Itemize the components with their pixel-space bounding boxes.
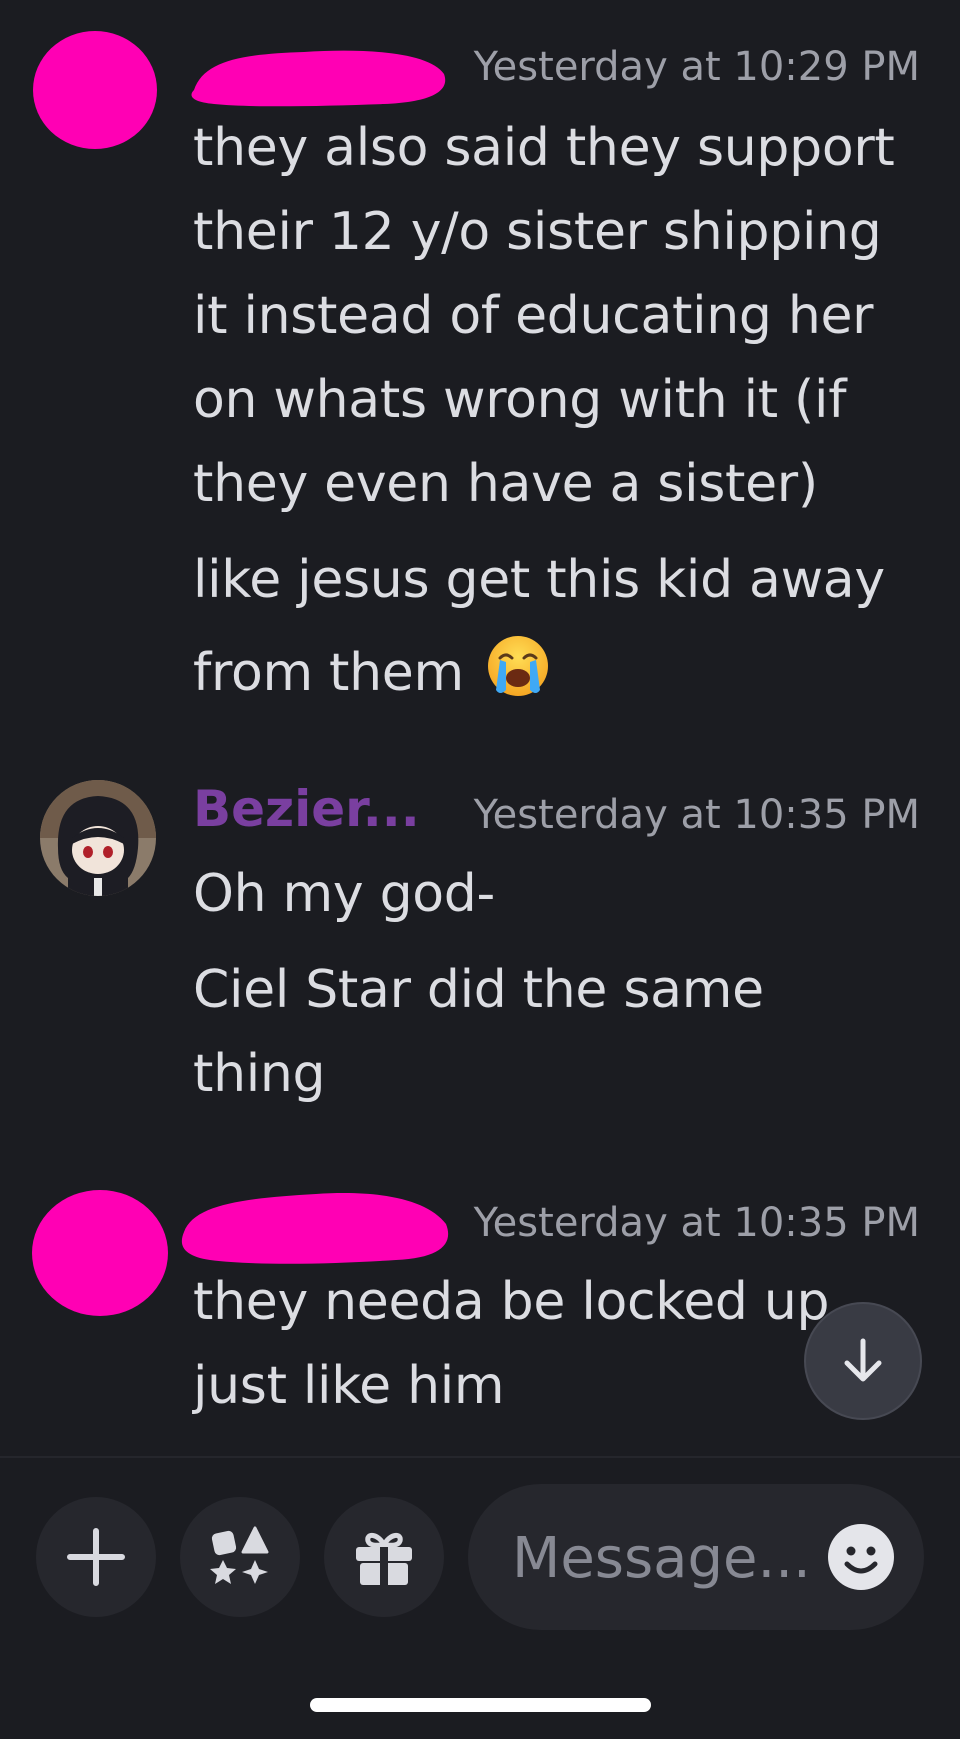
message-timestamp: Yesterday at 10:35 PM [473, 792, 920, 838]
arrow-down-icon [844, 1338, 882, 1382]
apps-button[interactable] [180, 1497, 300, 1617]
message-line: they needa be locked up [193, 1272, 830, 1332]
loudly-crying-face-icon [488, 636, 549, 696]
author-name-redacted[interactable] [176, 1182, 452, 1268]
plus-icon [67, 1528, 125, 1586]
message-text: from them [193, 643, 464, 703]
message-timestamp: Yesterday at 10:35 PM [473, 1200, 920, 1246]
message-line-with-emoji: from them [193, 634, 550, 703]
apps-icon [210, 1526, 269, 1584]
emoji-icon[interactable] [826, 1522, 896, 1592]
jump-to-latest-button[interactable] [804, 1302, 922, 1420]
composer-divider [0, 1456, 960, 1458]
avatar-redacted[interactable] [30, 1188, 172, 1318]
message-line: Ciel Star did the same [193, 960, 764, 1020]
avatar[interactable] [38, 778, 158, 898]
home-indicator[interactable] [310, 1698, 651, 1712]
message-input[interactable]: Message... [468, 1484, 924, 1630]
message-line: thing [193, 1044, 326, 1104]
message-line: just like him [193, 1356, 505, 1416]
author-name[interactable]: Bezier... [193, 780, 420, 838]
message-timestamp: Yesterday at 10:29 PM [473, 44, 920, 90]
add-attachment-button[interactable] [36, 1497, 156, 1617]
message-line: they also said they support [193, 118, 895, 178]
avatar-redacted[interactable] [32, 24, 158, 150]
message-input-placeholder: Message... [512, 1526, 811, 1591]
gift-icon [356, 1533, 412, 1585]
message-line: on whats wrong with it (if [193, 370, 847, 430]
message-line: Oh my god- [193, 864, 495, 924]
message-line: they even have a sister) [193, 454, 818, 514]
author-name-redacted[interactable] [184, 30, 452, 110]
message-line: their 12 y/o sister shipping [193, 202, 882, 262]
gift-button[interactable] [324, 1497, 444, 1617]
message-line: it instead of educating her [193, 286, 874, 346]
message-line: like jesus get this kid away [193, 550, 885, 610]
